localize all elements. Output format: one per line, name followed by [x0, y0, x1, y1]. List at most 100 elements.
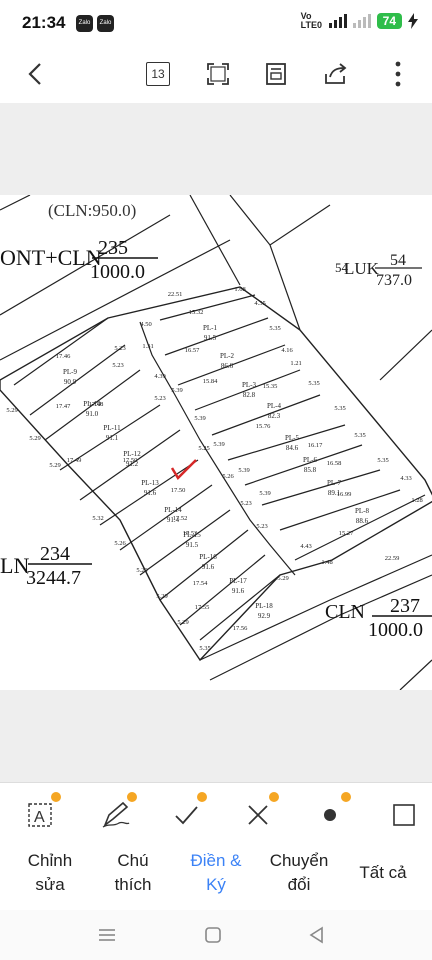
- plot-area: 91.6: [232, 587, 245, 595]
- dim-label: 5.39: [238, 467, 249, 474]
- charging-icon: [408, 13, 418, 29]
- tab-edit-line1: Chỉnh: [27, 851, 73, 870]
- dim-label: 16.99: [337, 491, 352, 498]
- dim-label: 4.50: [140, 321, 151, 328]
- text-box-icon[interactable]: A: [20, 791, 62, 835]
- plot-area: 91.0: [86, 410, 99, 418]
- parcel-235-label: ONT+CLN: [0, 245, 102, 270]
- plot-label: PL-9: [63, 368, 78, 376]
- plot-label: PL-6: [303, 456, 318, 464]
- dim-label: 22.51: [168, 291, 183, 298]
- plot-area: 82.8: [243, 391, 256, 399]
- dim-label: 4.35: [254, 300, 265, 307]
- dim-label: 5.23: [114, 345, 125, 352]
- dim-label: 5.29: [49, 462, 60, 469]
- cross-tool-icon[interactable]: [238, 791, 280, 835]
- dim-label: 5.29: [156, 593, 167, 600]
- checkmark-tool-icon[interactable]: [166, 791, 208, 835]
- document-page[interactable]: (CLN:950.0) ONT+CLN 235 1000.0 54 LUK 54…: [0, 195, 432, 690]
- dim-label: 5.32: [92, 515, 103, 522]
- dim-label: 17.53: [183, 530, 198, 537]
- back-icon[interactable]: [18, 56, 54, 92]
- dim-label: 5.39: [213, 441, 224, 448]
- dim-label: 5.29: [29, 435, 40, 442]
- fill-sign-toolbar: A Chỉnh sửa Chú thích Điền & Ký Chuyển đ…: [0, 782, 432, 911]
- dim-label: 17.55: [195, 604, 210, 611]
- tab-all[interactable]: Tất cả: [340, 861, 426, 885]
- plot-area: 88.6: [356, 517, 369, 525]
- dim-label: 15.35: [263, 383, 278, 390]
- premium-badge-icon: [126, 791, 138, 803]
- plot-label: PL-16: [199, 553, 217, 561]
- plot-area: 92.9: [258, 612, 271, 620]
- top-toolbar: 13: [0, 48, 432, 100]
- premium-badge-icon: [340, 791, 352, 803]
- dim-label: 1.68: [234, 286, 245, 293]
- plot-label: PL-3: [242, 381, 257, 389]
- svg-text:A: A: [34, 809, 45, 826]
- plot-label: PL-7: [327, 479, 342, 487]
- signature-pen-icon[interactable]: [96, 791, 138, 835]
- page-gap-bottom: [0, 690, 432, 782]
- parcel-235-area: 1000.0: [90, 261, 145, 283]
- tab-fill-sign[interactable]: Điền & Ký: [173, 849, 259, 897]
- tab-edit[interactable]: Chỉnh sửa: [7, 849, 93, 897]
- tab-fill-sign-line1: Điền &: [190, 851, 242, 870]
- dim-label: 5.23: [256, 523, 267, 530]
- plot-area: 82.3: [268, 412, 281, 420]
- page-count-icon[interactable]: 13: [140, 56, 176, 92]
- dim-label: 16.57: [185, 347, 200, 354]
- tab-convert-line2: đổi: [287, 875, 311, 894]
- dim-label: 17.56: [233, 625, 248, 632]
- more-icon[interactable]: [380, 56, 416, 92]
- dim-label: 17.49: [67, 457, 82, 464]
- home-icon[interactable]: [198, 922, 228, 948]
- plot-area: 91.6: [202, 563, 215, 571]
- plot-label: PL-4: [267, 402, 282, 410]
- plot-label: PL-1: [203, 324, 218, 332]
- plot-area: 85.8: [304, 466, 317, 474]
- dim-label: 15.27: [339, 530, 354, 537]
- dim-label: 16.58: [327, 460, 342, 467]
- dim-label: 16.17: [308, 442, 323, 449]
- dim-label: 17.50: [171, 487, 186, 494]
- tab-annotate[interactable]: Chú thích: [90, 849, 176, 897]
- dim-label: 5.29: [277, 575, 288, 582]
- dim-label: 5.39: [171, 387, 182, 394]
- plot-area: 91.5: [204, 334, 217, 342]
- plot-label: PL-14: [164, 506, 182, 514]
- dim-label: 1.48: [321, 559, 332, 566]
- dim-label: 1.28: [411, 497, 422, 504]
- tab-fill-sign-line2: Ký: [206, 875, 226, 894]
- menu-icon[interactable]: [92, 922, 122, 948]
- system-nav-bar: [0, 910, 432, 960]
- rectangle-tool-icon[interactable]: [384, 795, 424, 835]
- dim-label: 17.46: [56, 353, 71, 360]
- dim-label: 1.31: [142, 343, 153, 350]
- dim-label: 5.26: [114, 540, 126, 547]
- plot-label: PL-8: [355, 507, 370, 515]
- dim-label: 5.39: [194, 415, 205, 422]
- parcel-234-number: 234: [40, 543, 70, 565]
- fullscreen-icon[interactable]: [200, 56, 236, 92]
- reader-icon[interactable]: [258, 56, 294, 92]
- plot-label: PL-11: [103, 424, 121, 432]
- plot-label: PL-13: [141, 479, 159, 487]
- dot-tool-icon[interactable]: [310, 791, 352, 835]
- battery-indicator: 74: [376, 13, 402, 29]
- status-bar: 21:34 Zalo Zalo Vo LTE0 74: [0, 0, 432, 48]
- zalo-icon: Zalo: [76, 15, 93, 32]
- plot-area: 86.6: [221, 362, 234, 370]
- plot-label: PL-5: [285, 434, 300, 442]
- plot-area: 91.6: [144, 489, 157, 497]
- tab-convert[interactable]: Chuyển đổi: [256, 849, 342, 897]
- status-time: 21:34: [22, 13, 66, 32]
- dim-label: 5.35: [334, 405, 345, 412]
- back-triangle-icon[interactable]: [302, 922, 332, 948]
- parcel-54-area: 737.0: [376, 272, 412, 289]
- share-icon[interactable]: [318, 56, 354, 92]
- dim-label: 5.23: [112, 362, 123, 369]
- dim-label: 4.33: [400, 475, 411, 482]
- dim-label: 17.47: [56, 403, 71, 410]
- dim-label: 5.25: [198, 445, 209, 452]
